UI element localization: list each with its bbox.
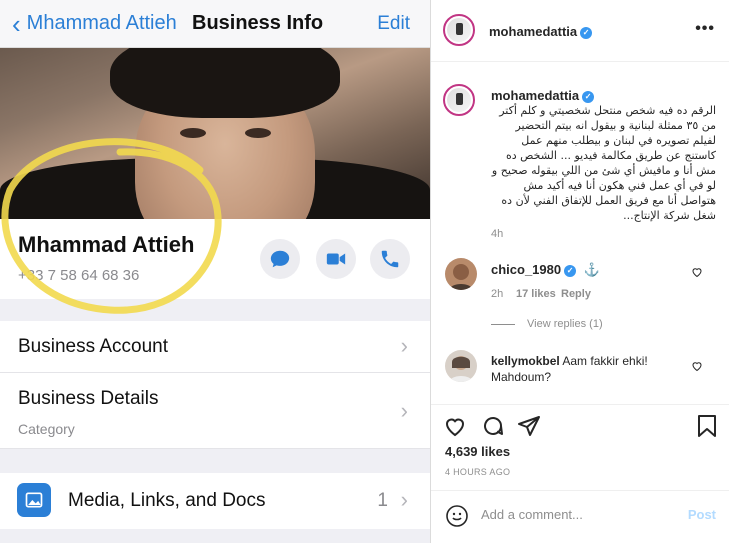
back-label: Mhammad Attieh [26,12,177,34]
username-text: chico_1980 [491,262,562,277]
phone-icon [381,250,399,268]
chevron-right-icon: › [400,487,408,512]
row-label: Business Account [18,336,168,357]
comment-time: 2h [491,288,504,300]
view-replies-link[interactable]: View replies (1) [491,318,603,330]
save-bookmark-icon[interactable] [696,414,718,438]
voice-call-button[interactable] [370,239,410,279]
video-camera-icon [326,253,346,265]
verified-badge-icon: ✓ [564,264,577,277]
contact-phone: +33 7 58 64 68 36 [18,267,140,284]
commenter-username[interactable]: chico_1980 ✓ ⚓ [491,262,600,278]
comment-body: kellymokbel Aam fakkir ehki! Mahdoum? [491,353,671,385]
add-comment-bar: Add a comment... Post [431,490,729,543]
chevron-left-icon: ‹ [12,8,21,39]
business-section: Business Account › Business Details Cate… [0,321,430,449]
caption-time: 4h [491,228,504,240]
caption-avatar[interactable] [443,84,475,116]
like-comment-heart-icon[interactable] [691,360,703,372]
caption-username[interactable]: mohamedattia ✓ [491,88,595,103]
chevron-right-icon: › [400,398,408,423]
username-text: mohamedattia [489,24,578,39]
verified-badge-icon: ✓ [580,26,593,39]
post-header: mohamedattia ✓ ••• [431,0,729,62]
video-call-button[interactable] [316,239,356,279]
comment-likes[interactable]: 17 likes [516,288,556,300]
row-label: Business Details [18,388,159,409]
post-button[interactable]: Post [688,507,716,522]
contact-name: Mhammad Attieh [18,232,195,257]
back-button[interactable]: ‹ Mhammad Attieh [12,11,177,37]
edit-button[interactable]: Edit [377,13,410,35]
instagram-post: mohamedattia ✓ ••• mohamedattia ✓ الرقم ده… [430,0,729,543]
business-details-row[interactable]: Business Details Category › [0,373,430,449]
row-sublabel: Category [18,421,75,437]
verified-badge-icon: ✓ [582,90,595,103]
username-text: mohamedattia [491,88,580,103]
row-label: Media, Links, and Docs [68,490,266,511]
chevron-right-icon: › [400,333,408,358]
commenter-username[interactable]: kellymokbel [491,354,560,368]
nav-bar: ‹ Mhammad Attieh Business Info Edit [0,0,430,48]
commenter-avatar[interactable] [445,258,477,290]
photo-gallery-icon [17,483,51,517]
media-count: 1 [377,490,388,511]
action-bar [431,404,729,444]
media-links-docs-row[interactable]: Media, Links, and Docs 1 › [0,473,430,529]
message-button[interactable] [260,239,300,279]
like-comment-heart-icon[interactable] [691,266,703,278]
caption-text: الرقم ده فيه شخص منتحل شخصيتي و كلم أكتر… [491,104,716,222]
chat-bubble-icon [270,250,290,268]
comment-bubble-icon[interactable] [481,414,505,438]
likes-count[interactable]: 4,639 likes [445,444,510,459]
share-paper-plane-icon[interactable] [517,414,541,438]
more-options-icon[interactable]: ••• [695,20,715,38]
anchor-icon: ⚓ [583,262,600,277]
contact-card: Mhammad Attieh +33 7 58 64 68 36 [0,219,430,299]
reply-button[interactable]: Reply [561,288,591,300]
profile-photo[interactable] [0,48,430,219]
avatar[interactable] [443,14,475,46]
business-account-row[interactable]: Business Account › [0,321,430,373]
page-title: Business Info [192,12,324,34]
whatsapp-business-info: ‹ Mhammad Attieh Business Info Edit Mham… [0,0,430,543]
like-heart-icon[interactable] [443,414,467,438]
view-replies-text: View replies (1) [527,318,603,330]
comment-input[interactable]: Add a comment... [481,507,583,522]
commenter-avatar[interactable] [445,350,477,382]
post-timestamp: 4 HOURS AGO [445,467,511,477]
emoji-smiley-icon[interactable] [445,504,469,528]
post-username[interactable]: mohamedattia ✓ [489,24,593,39]
